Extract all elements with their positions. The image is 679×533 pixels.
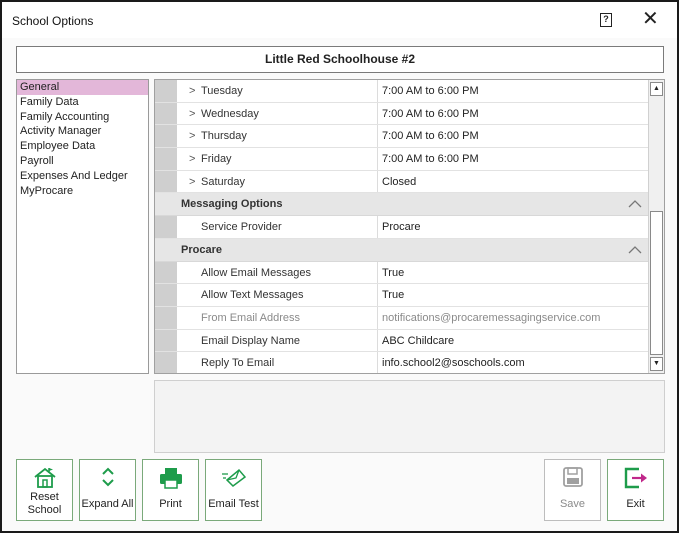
- property-row-allow-email-messages[interactable]: Allow Email Messages True: [155, 261, 648, 285]
- property-grid[interactable]: > Tuesday 7:00 AM to 6:00 PM > Wednesday…: [154, 79, 665, 374]
- section-messaging-options[interactable]: Messaging Options: [155, 193, 648, 217]
- property-name: Tuesday: [201, 85, 243, 97]
- window-title: School Options: [12, 14, 94, 28]
- options-category-list[interactable]: General Family Data Family Accounting Ac…: [16, 79, 149, 374]
- expand-all-button[interactable]: Expand All: [79, 459, 136, 521]
- property-row-reply-to-email[interactable]: Reply To Email info.school2@soschools.co…: [155, 352, 648, 373]
- close-icon[interactable]: ✕: [642, 8, 659, 30]
- property-name: Allow Email Messages: [201, 266, 312, 279]
- send-envelope-icon: [221, 468, 246, 487]
- property-value[interactable]: 7:00 AM to 6:00 PM: [377, 80, 648, 102]
- scrollbar-thumb[interactable]: [650, 211, 663, 355]
- chevron-up-icon[interactable]: [628, 199, 642, 209]
- property-row-wednesday[interactable]: > Wednesday 7:00 AM to 6:00 PM: [155, 102, 648, 126]
- property-row-tuesday[interactable]: > Tuesday 7:00 AM to 6:00 PM: [155, 80, 648, 103]
- property-row-email-display-name[interactable]: Email Display Name ABC Childcare: [155, 329, 648, 353]
- floppy-disk-icon: [562, 467, 583, 487]
- property-value: notifications@procaremessagingservice.co…: [377, 306, 648, 329]
- property-value[interactable]: 7:00 AM to 6:00 PM: [377, 148, 648, 170]
- nav-item-general[interactable]: General: [17, 80, 148, 95]
- property-name: Friday: [201, 153, 232, 166]
- property-name: Wednesday: [201, 107, 259, 120]
- property-value[interactable]: info.school2@soschools.com: [377, 352, 648, 373]
- property-value[interactable]: 7:00 AM to 6:00 PM: [377, 125, 648, 148]
- email-test-button[interactable]: Email Test: [205, 459, 262, 521]
- property-name: From Email Address: [201, 311, 301, 324]
- nav-item-employee-data[interactable]: Employee Data: [17, 139, 148, 154]
- property-name: Allow Text Messages: [201, 289, 304, 302]
- expand-chevrons-icon: [101, 467, 114, 487]
- nav-item-payroll[interactable]: Payroll: [17, 154, 148, 169]
- school-options-window: School Options ? ✕ Little Red Schoolhous…: [0, 0, 679, 533]
- vertical-scrollbar[interactable]: ▲ ▼: [648, 80, 664, 373]
- property-value[interactable]: 7:00 AM to 6:00 PM: [377, 102, 648, 125]
- property-name: Service Provider: [201, 221, 282, 234]
- chevron-up-icon[interactable]: [628, 245, 642, 255]
- property-value[interactable]: Closed: [377, 170, 648, 193]
- property-name: Reply To Email: [201, 357, 275, 370]
- save-label: Save: [559, 498, 586, 510]
- title-bar: School Options ? ✕: [2, 2, 677, 38]
- school-name-header: Little Red Schoolhouse #2: [16, 46, 664, 73]
- property-row-saturday[interactable]: > Saturday Closed: [155, 170, 648, 194]
- nav-item-myprocare[interactable]: MyProcare: [17, 184, 148, 199]
- section-header-label: Messaging Options: [181, 198, 283, 211]
- help-icon[interactable]: ?: [600, 13, 612, 27]
- property-value[interactable]: ABC Childcare: [377, 329, 648, 352]
- exit-door-icon: [624, 467, 647, 489]
- printer-icon: [159, 468, 182, 489]
- property-name: Email Display Name: [201, 334, 301, 347]
- property-value[interactable]: True: [377, 284, 648, 306]
- property-value[interactable]: Procare: [377, 216, 648, 238]
- section-header-label: Procare: [181, 243, 222, 256]
- property-row-thursday[interactable]: > Thursday 7:00 AM to 6:00 PM: [155, 125, 648, 149]
- expand-all-label: Expand All: [81, 498, 134, 510]
- property-row-allow-text-messages[interactable]: Allow Text Messages True: [155, 284, 648, 307]
- nav-item-family-accounting[interactable]: Family Accounting: [17, 110, 148, 125]
- property-row-friday[interactable]: > Friday 7:00 AM to 6:00 PM: [155, 148, 648, 171]
- exit-button[interactable]: Exit: [607, 459, 664, 521]
- email-test-label: Email Test: [208, 498, 259, 510]
- reset-school-label-line1: Reset: [30, 491, 59, 503]
- property-row-from-email-address: From Email Address notifications@procare…: [155, 306, 648, 330]
- reset-school-label-line2: School: [27, 504, 62, 516]
- school-house-icon: [33, 467, 56, 488]
- property-name: Thursday: [201, 130, 247, 143]
- property-name: Saturday: [201, 175, 246, 188]
- save-button[interactable]: Save: [544, 459, 601, 521]
- print-label: Print: [159, 498, 182, 510]
- scroll-down-arrow-icon[interactable]: ▼: [650, 357, 663, 371]
- nav-item-expenses-and-ledger[interactable]: Expenses And Ledger: [17, 169, 148, 184]
- property-value[interactable]: True: [377, 261, 648, 284]
- nav-item-family-data[interactable]: Family Data: [17, 95, 148, 110]
- section-procare[interactable]: Procare: [155, 238, 648, 262]
- scroll-up-arrow-icon[interactable]: ▲: [650, 82, 663, 96]
- reset-school-button[interactable]: Reset School: [16, 459, 73, 521]
- property-row-service-provider[interactable]: Service Provider Procare: [155, 216, 648, 239]
- nav-item-activity-manager[interactable]: Activity Manager: [17, 124, 148, 139]
- print-button[interactable]: Print: [142, 459, 199, 521]
- description-panel: [154, 380, 665, 453]
- exit-label: Exit: [626, 498, 645, 510]
